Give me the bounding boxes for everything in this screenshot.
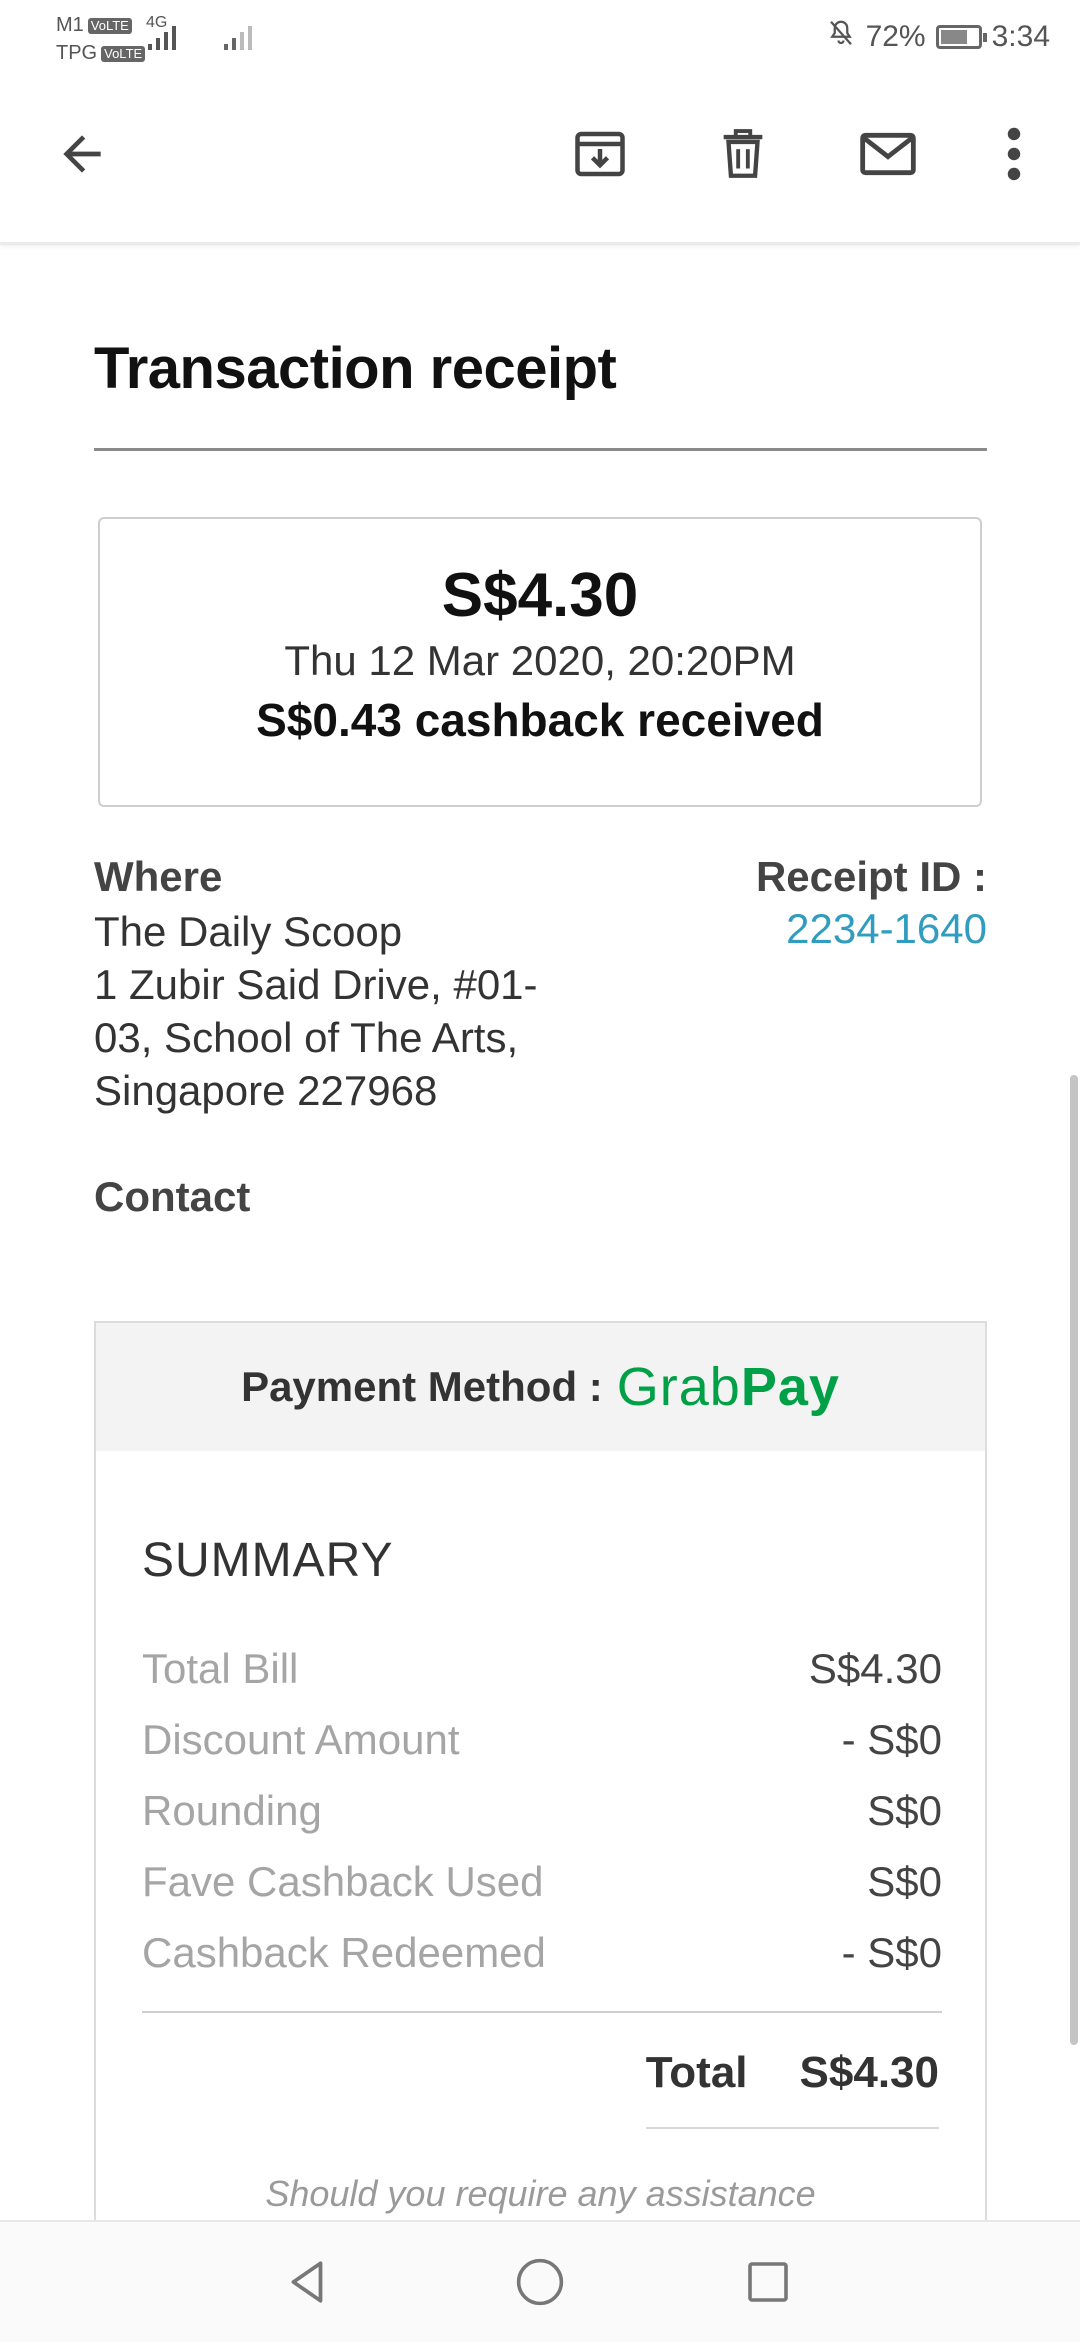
summary-list: Total Bill S$4.30 Discount Amount - S$0 … [142, 1633, 942, 1988]
carrier-primary: M1 VoLTE [56, 14, 132, 36]
signal-icon: 4G [142, 14, 194, 59]
system-nav-bar [0, 2220, 1080, 2342]
archive-icon [575, 131, 625, 177]
receipt-id-label: Receipt ID : [755, 853, 987, 900]
summary-row-label: Total Bill [142, 1644, 299, 1692]
summary-row-label: Discount Amount [142, 1715, 460, 1763]
summary-row-label: Fave Cashback Used [142, 1857, 544, 1905]
contact-label: Contact [94, 1173, 251, 1220]
summary-row: Discount Amount - S$0 [142, 1704, 942, 1775]
carrier1-label: M1 [56, 14, 84, 36]
mail-icon [860, 132, 916, 176]
total-label: Total [645, 2048, 748, 2097]
summary-row: Rounding S$0 [142, 1775, 942, 1846]
title-divider [94, 448, 987, 451]
delete-button[interactable] [703, 114, 783, 194]
home-circle-icon [516, 2258, 564, 2306]
volte-badge-2: VoLTE [101, 45, 146, 62]
where-label: Where [94, 853, 223, 900]
battery-icon [935, 25, 987, 49]
grabpay-logo-pay: Pay [740, 1357, 840, 1417]
nav-recents-button[interactable] [736, 2250, 800, 2314]
back-triangle-icon [291, 2261, 323, 2303]
mute-icon [826, 18, 856, 56]
transaction-datetime: Thu 12 Mar 2020, 20:20PM [284, 637, 796, 684]
grabpay-logo: GrabPay [617, 1356, 840, 1418]
summary-title: SUMMARY [142, 1534, 394, 1587]
recents-square-icon [748, 2262, 788, 2302]
network-type: 4G [146, 14, 168, 31]
summary-divider [142, 2011, 942, 2013]
trash-icon [723, 129, 763, 178]
signal-icon-2 [222, 18, 266, 59]
nav-home-button[interactable] [508, 2250, 572, 2314]
payment-summary-box: Payment Method : GrabPay SUMMARY Total B… [94, 1321, 987, 2220]
status-right: 72% 3:34 [826, 18, 1050, 56]
back-button[interactable] [42, 114, 122, 194]
page-title: Transaction receipt [94, 336, 617, 401]
battery-percent: 72% [865, 20, 926, 53]
summary-row: Fave Cashback Used S$0 [142, 1846, 942, 1917]
carrier2-label: TPG [56, 42, 98, 64]
email-body[interactable]: Transaction receipt S$4.30 Thu 12 Mar 20… [0, 245, 1080, 2220]
merchant-name: The Daily Scoop [94, 908, 403, 955]
more-vert-icon [1007, 127, 1021, 181]
summary-row-label: Cashback Redeemed [142, 1928, 546, 1976]
carrier-secondary: TPG VoLTE [56, 42, 146, 64]
more-options-button[interactable] [974, 114, 1054, 194]
summary-row-value: S$0 [867, 1786, 942, 1834]
status-bar: M1 VoLTE TPG VoLTE 4G 72% 3:34 [0, 0, 1080, 74]
grabpay-logo-grab: Grab [616, 1357, 741, 1417]
receipt-id-link[interactable]: 2234-1640 [786, 905, 987, 953]
merchant-address: 1 Zubir Said Drive, #01-03, School of Th… [94, 961, 538, 1114]
total-divider [646, 2127, 939, 2129]
summary-row-value: S$4.30 [808, 1644, 942, 1692]
assistance-text: Should you require any assistance [265, 2173, 816, 2214]
clock: 3:34 [991, 20, 1050, 53]
total-row: Total S$4.30 [646, 2048, 939, 2098]
summary-row-value: - S$0 [841, 1715, 942, 1763]
total-value: S$4.30 [799, 2048, 939, 2097]
summary-row-label: Rounding [142, 1786, 322, 1834]
back-arrow-icon [63, 135, 101, 173]
mark-unread-button[interactable] [848, 114, 928, 194]
amount-card: S$4.30 Thu 12 Mar 2020, 20:20PM S$0.43 c… [98, 517, 982, 807]
payment-method-header: Payment Method : GrabPay [96, 1323, 985, 1451]
scrollbar[interactable] [1070, 1075, 1078, 2045]
battery-fill [940, 30, 967, 44]
nav-back-button[interactable] [276, 2250, 340, 2314]
archive-button[interactable] [560, 114, 640, 194]
summary-row: Cashback Redeemed - S$0 [142, 1917, 942, 1988]
summary-row-value: S$0 [867, 1857, 942, 1905]
summary-row-value: - S$0 [841, 1928, 942, 1976]
email-toolbar [0, 74, 1080, 245]
volte-badge: VoLTE [87, 17, 132, 34]
summary-row: Total Bill S$4.30 [142, 1633, 942, 1704]
payment-method-label: Payment Method : [241, 1363, 603, 1410]
transaction-amount: S$4.30 [441, 561, 639, 630]
cashback-received: S$0.43 cashback received [256, 694, 824, 746]
